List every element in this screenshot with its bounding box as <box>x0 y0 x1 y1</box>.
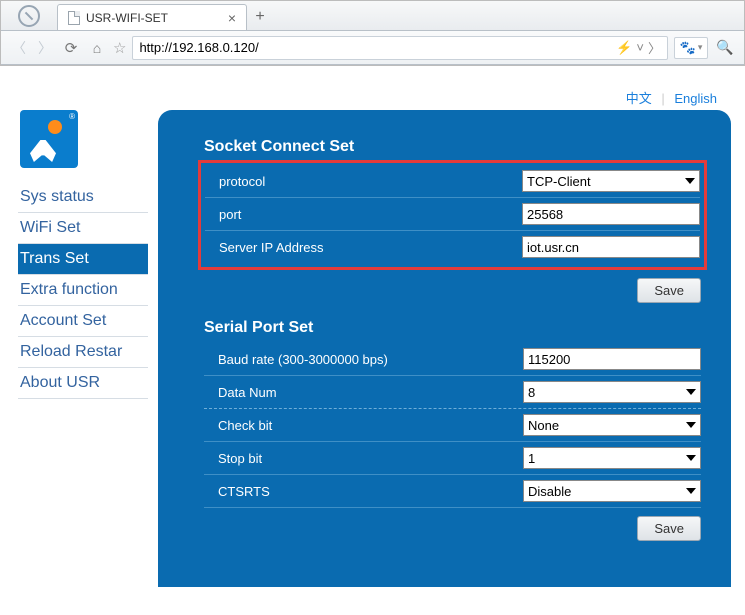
lang-en[interactable]: English <box>674 91 717 106</box>
back-button[interactable]: 〈 <box>9 38 29 58</box>
reload-button[interactable]: ⟳ <box>61 38 81 58</box>
ctsrts-select[interactable]: Disable <box>523 480 701 502</box>
port-label: port <box>205 207 522 222</box>
baud-label: Baud rate (300-3000000 bps) <box>204 352 523 367</box>
lang-separator: | <box>661 91 664 106</box>
page-icon <box>68 11 80 25</box>
serial-save-button[interactable]: Save <box>637 516 701 541</box>
socket-save-button[interactable]: Save <box>637 278 701 303</box>
baud-input[interactable] <box>523 348 701 370</box>
check-bit-select[interactable]: None <box>523 414 701 436</box>
data-num-select[interactable]: 8 <box>523 381 701 403</box>
usr-logo: ® <box>20 110 78 168</box>
go-icon[interactable]: 〉 <box>648 38 661 57</box>
chevron-down-icon[interactable]: ˅ <box>636 40 644 55</box>
data-num-label: Data Num <box>204 385 523 400</box>
ctsrts-label: CTSRTS <box>204 484 523 499</box>
highlight-box: protocol TCP-Client port Server IP Addre… <box>198 160 707 270</box>
server-ip-label: Server IP Address <box>205 240 522 255</box>
sidebar-item-extra-function[interactable]: Extra function <box>18 275 148 306</box>
check-bit-label: Check bit <box>204 418 523 433</box>
address-bar: 〈 〉 ⟳ ⌂ ☆ ⚡ ˅ 〉 🐾▾ 🔍 <box>1 31 744 65</box>
search-button[interactable]: 🔍 <box>714 37 736 59</box>
protocol-label: protocol <box>205 174 522 189</box>
main-panel: Socket Connect Set protocol TCP-Client p… <box>158 110 731 587</box>
language-switch: 中文 | English <box>626 88 717 107</box>
port-input[interactable] <box>522 203 700 225</box>
compass-icon <box>18 5 40 27</box>
tab-title: USR-WIFI-SET <box>86 11 168 25</box>
chevron-down-icon: ▾ <box>698 42 703 53</box>
extension-button[interactable]: 🐾▾ <box>674 37 708 59</box>
close-tab-icon[interactable]: × <box>228 11 236 25</box>
paw-icon: 🐾 <box>680 40 696 56</box>
serial-section-title: Serial Port Set <box>204 319 701 337</box>
protocol-select[interactable]: TCP-Client <box>522 170 700 192</box>
sidebar-item-about-usr[interactable]: About USR <box>18 368 148 399</box>
sidebar-item-account-set[interactable]: Account Set <box>18 306 148 337</box>
stop-bit-select[interactable]: 1 <box>523 447 701 469</box>
tab-bar: USR-WIFI-SET × + <box>1 1 744 31</box>
lightning-icon[interactable]: ⚡ <box>616 40 632 56</box>
forward-button[interactable]: 〉 <box>35 38 55 58</box>
socket-section-title: Socket Connect Set <box>204 138 701 156</box>
lang-zh[interactable]: 中文 <box>626 91 652 106</box>
server-ip-input[interactable] <box>522 236 700 258</box>
sidebar-item-reload-restar[interactable]: Reload Restar <box>18 337 148 368</box>
sidebar-item-sys-status[interactable]: Sys status <box>18 182 148 213</box>
sidebar-item-wifi-set[interactable]: WiFi Set <box>18 213 148 244</box>
stop-bit-label: Stop bit <box>204 451 523 466</box>
browser-tab[interactable]: USR-WIFI-SET × <box>57 4 247 30</box>
url-input[interactable] <box>139 40 616 55</box>
home-button[interactable]: ⌂ <box>87 38 107 58</box>
bookmark-icon[interactable]: ☆ <box>113 39 126 57</box>
sidebar-menu: Sys status WiFi Set Trans Set Extra func… <box>18 182 148 399</box>
url-box[interactable]: ⚡ ˅ 〉 <box>132 36 668 60</box>
new-tab-button[interactable]: + <box>247 4 273 30</box>
sidebar-item-trans-set[interactable]: Trans Set <box>18 244 148 275</box>
browser-logo <box>1 1 57 30</box>
